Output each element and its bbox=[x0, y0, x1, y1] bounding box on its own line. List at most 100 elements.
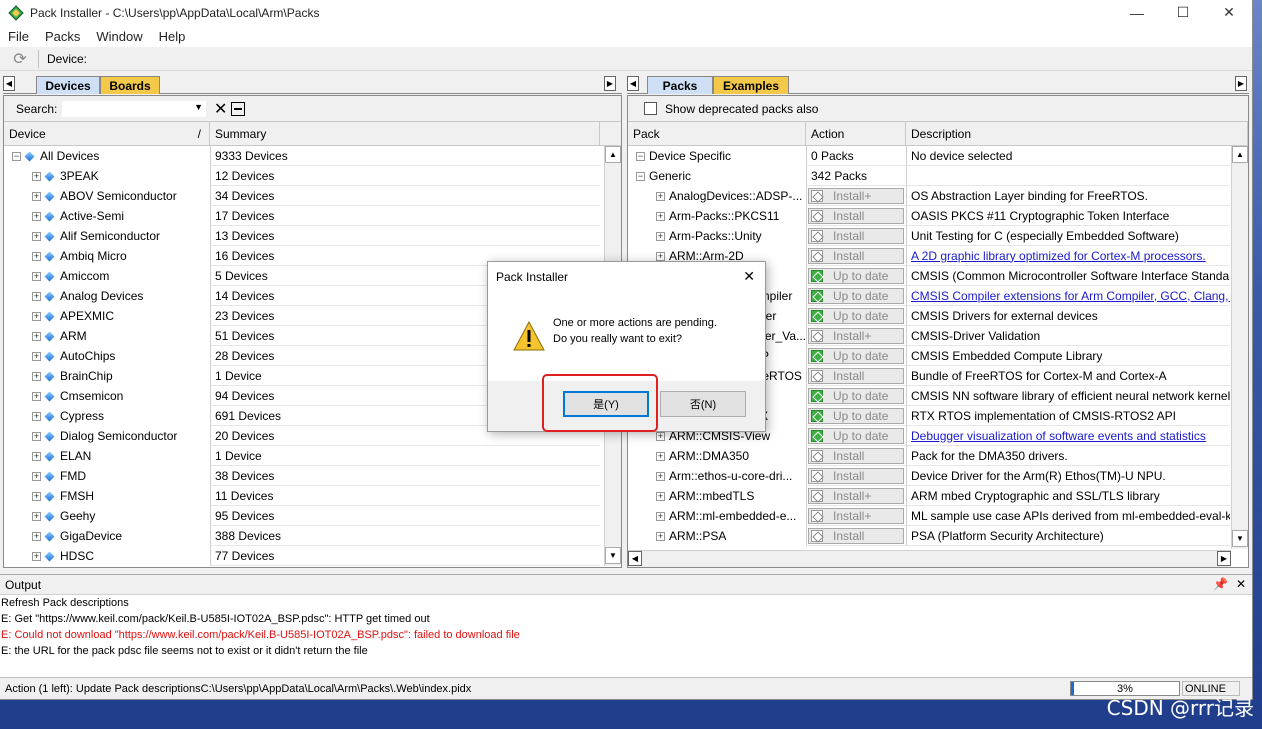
expand-icon[interactable]: + bbox=[32, 431, 41, 441]
column-pack[interactable]: Pack bbox=[628, 122, 806, 145]
install-button[interactable]: Install bbox=[808, 447, 904, 464]
expand-icon[interactable]: + bbox=[32, 171, 41, 181]
expand-icon[interactable]: + bbox=[656, 251, 665, 261]
table-row[interactable]: + FMD 38 Devices bbox=[4, 466, 621, 486]
table-row[interactable]: + Alif Semiconductor 13 Devices bbox=[4, 226, 621, 246]
column-summary[interactable]: Summary bbox=[210, 122, 600, 145]
menu-packs[interactable]: Packs bbox=[41, 29, 84, 44]
install-button[interactable]: Install+ bbox=[808, 507, 904, 524]
packs-scrollbar[interactable]: ▲ ▼ bbox=[1231, 146, 1248, 549]
expand-icon[interactable]: + bbox=[656, 531, 665, 541]
expand-icon[interactable]: + bbox=[32, 511, 41, 521]
scroll-right-icon[interactable]: ▶ bbox=[1235, 76, 1247, 91]
install-button[interactable]: Install bbox=[808, 527, 904, 544]
install-button[interactable]: Install+ bbox=[808, 327, 904, 344]
expand-icon[interactable]: + bbox=[32, 291, 41, 301]
collapse-icon[interactable]: − bbox=[636, 151, 645, 161]
column-action[interactable]: Action bbox=[806, 122, 906, 145]
tab-packs[interactable]: Packs bbox=[647, 76, 713, 94]
dropdown-icon[interactable]: ▼ bbox=[194, 102, 203, 112]
up-to-date-button[interactable]: Up to date bbox=[808, 267, 904, 284]
clear-search-icon[interactable]: ✕ bbox=[214, 99, 227, 119]
table-row[interactable]: + GigaDevice 388 Devices bbox=[4, 526, 621, 546]
install-button[interactable]: Install bbox=[808, 247, 904, 264]
table-row[interactable]: + FMSH 11 Devices bbox=[4, 486, 621, 506]
table-row[interactable]: + ELAN 1 Device bbox=[4, 446, 621, 466]
expand-icon[interactable]: + bbox=[656, 471, 665, 481]
tab-examples[interactable]: Examples bbox=[713, 76, 789, 94]
up-to-date-button[interactable]: Up to date bbox=[808, 387, 904, 404]
table-row[interactable]: + Active-Semi 17 Devices bbox=[4, 206, 621, 226]
table-row[interactable]: + ARM::ml-embedded-e... Install+ ML sample … bbox=[628, 506, 1248, 526]
dialog-close-icon[interactable]: ✕ bbox=[743, 268, 755, 285]
tab-boards[interactable]: Boards bbox=[100, 76, 160, 94]
expand-icon[interactable]: + bbox=[656, 451, 665, 461]
description-link[interactable]: Debugger visualization of software event… bbox=[911, 429, 1206, 443]
table-row[interactable]: + Geehy 95 Devices bbox=[4, 506, 621, 526]
up-to-date-button[interactable]: Up to date bbox=[808, 407, 904, 424]
expand-icon[interactable]: + bbox=[32, 491, 41, 501]
install-button[interactable]: Install bbox=[808, 367, 904, 384]
up-to-date-button[interactable]: Up to date bbox=[808, 427, 904, 444]
up-to-date-button[interactable]: Up to date bbox=[808, 307, 904, 324]
expand-icon[interactable]: + bbox=[32, 471, 41, 481]
scroll-left-icon[interactable]: ◀ bbox=[627, 76, 639, 91]
table-row[interactable]: + HDSC 77 Devices bbox=[4, 546, 621, 566]
scroll-up-icon[interactable]: ▲ bbox=[1232, 146, 1248, 163]
description-cell[interactable]: Debugger visualization of software event… bbox=[906, 426, 1230, 446]
table-row[interactable]: + ARM::PSA Install PSA (Platform Security A… bbox=[628, 526, 1248, 546]
scroll-track[interactable] bbox=[1232, 163, 1248, 530]
scroll-left-icon[interactable]: ◀ bbox=[3, 76, 15, 91]
expand-icon[interactable]: + bbox=[656, 491, 665, 501]
expand-icon[interactable]: + bbox=[32, 271, 41, 281]
description-link[interactable]: CMSIS Compiler extensions for Arm Compil… bbox=[911, 289, 1230, 303]
expand-icon[interactable]: + bbox=[656, 211, 665, 221]
table-row[interactable]: + ARM::mbedTLS Install+ ARM mbed Cryptograp… bbox=[628, 486, 1248, 506]
install-button[interactable]: Install bbox=[808, 467, 904, 484]
column-description[interactable]: Description bbox=[906, 122, 1248, 145]
expand-icon[interactable]: + bbox=[32, 391, 41, 401]
expand-icon[interactable]: + bbox=[32, 251, 41, 261]
expand-icon[interactable]: + bbox=[656, 431, 665, 441]
expand-icon[interactable]: + bbox=[32, 211, 41, 221]
table-row[interactable]: − Device Specific 0 Packs No device selecte… bbox=[628, 146, 1248, 166]
expand-icon[interactable]: + bbox=[32, 311, 41, 321]
expand-icon[interactable]: + bbox=[32, 191, 41, 201]
table-row[interactable]: + AnalogDevices::ADSP-... Install+ OS Abstr… bbox=[628, 186, 1248, 206]
description-cell[interactable]: A 2D graphic library optimized for Corte… bbox=[906, 246, 1230, 266]
expand-icon[interactable]: + bbox=[32, 551, 41, 561]
table-row[interactable]: − All Devices 9333 Devices bbox=[4, 146, 621, 166]
minimize-button[interactable]: — bbox=[1114, 0, 1160, 25]
close-output-icon[interactable]: ✕ bbox=[1236, 577, 1246, 591]
collapse-all-icon[interactable] bbox=[231, 101, 246, 116]
menu-window[interactable]: Window bbox=[92, 29, 146, 44]
close-window-button[interactable]: ✕ bbox=[1206, 0, 1252, 25]
expand-icon[interactable]: + bbox=[32, 531, 41, 541]
up-to-date-button[interactable]: Up to date bbox=[808, 287, 904, 304]
install-button[interactable]: Install bbox=[808, 207, 904, 224]
collapse-icon[interactable]: − bbox=[12, 151, 21, 161]
install-button[interactable]: Install bbox=[808, 227, 904, 244]
expand-icon[interactable]: + bbox=[32, 231, 41, 241]
scroll-right-icon[interactable]: ▶ bbox=[604, 76, 616, 91]
no-button[interactable]: 否(N) bbox=[660, 391, 746, 417]
collapse-icon[interactable]: − bbox=[636, 171, 645, 181]
expand-icon[interactable]: + bbox=[32, 331, 41, 341]
table-row[interactable]: − Generic 342 Packs bbox=[628, 166, 1248, 186]
up-to-date-button[interactable]: Up to date bbox=[808, 347, 904, 364]
column-device[interactable]: Device / bbox=[4, 122, 210, 145]
description-cell[interactable]: CMSIS Compiler extensions for Arm Compil… bbox=[906, 286, 1230, 306]
table-row[interactable]: + Arm::ethos-u-core-dri... Install Device D… bbox=[628, 466, 1248, 486]
table-row[interactable]: + ARM::DMA350 Install Pack for the DMA350 d… bbox=[628, 446, 1248, 466]
expand-icon[interactable]: + bbox=[32, 451, 41, 461]
expand-icon[interactable]: + bbox=[32, 371, 41, 381]
packs-hscrollbar[interactable]: ◀ ▶ bbox=[628, 550, 1231, 567]
tab-devices[interactable]: Devices bbox=[36, 76, 100, 94]
scroll-down-icon[interactable]: ▼ bbox=[1232, 530, 1248, 547]
expand-icon[interactable]: + bbox=[656, 191, 665, 201]
show-deprecated-checkbox[interactable] bbox=[644, 102, 657, 115]
expand-icon[interactable]: + bbox=[656, 231, 665, 241]
table-row[interactable]: + Arm-Packs::PKCS11 Install OASIS PKCS #11 … bbox=[628, 206, 1248, 226]
description-link[interactable]: A 2D graphic library optimized for Corte… bbox=[911, 249, 1206, 263]
hscroll-left-icon[interactable]: ◀ bbox=[628, 551, 642, 566]
